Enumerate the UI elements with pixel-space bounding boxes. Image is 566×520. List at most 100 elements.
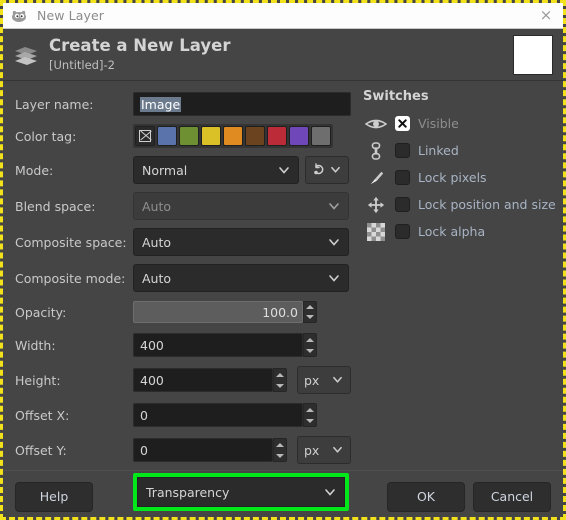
- stepper-up-icon[interactable]: [306, 407, 314, 412]
- ok-button[interactable]: OK: [387, 481, 465, 512]
- color-tag-blue[interactable]: [157, 126, 177, 146]
- window-title: New Layer: [37, 8, 104, 23]
- switches-title: Switches: [363, 89, 429, 104]
- offset-y-unit-dropdown[interactable]: px: [297, 436, 351, 464]
- layer-name-input[interactable]: Image: [133, 92, 351, 116]
- composite-space-dropdown[interactable]: Auto: [133, 228, 349, 256]
- eye-icon: [363, 114, 389, 134]
- label-layer-name: Layer name:: [15, 96, 94, 112]
- color-tag-orange[interactable]: [223, 126, 243, 146]
- blend-space-dropdown[interactable]: Auto: [133, 192, 349, 220]
- height-stepper[interactable]: [273, 368, 287, 392]
- stepper-up-icon[interactable]: [306, 305, 314, 309]
- offset-y-stepper[interactable]: [273, 438, 287, 462]
- row-blend-space: Blend space: Auto: [15, 189, 351, 223]
- label-color-tag: Color tag:: [15, 128, 77, 144]
- layer-preview-swatch: [513, 34, 553, 75]
- lock-alpha-checkbox[interactable]: [395, 224, 410, 239]
- mode-dropdown[interactable]: Normal: [133, 156, 299, 184]
- width-stepper[interactable]: [303, 333, 317, 357]
- row-composite-mode: Composite mode: Auto: [15, 261, 351, 295]
- height-input[interactable]: 400: [133, 368, 273, 392]
- lock-position-checkbox[interactable]: [395, 197, 410, 212]
- offset-y-value: 0: [140, 442, 148, 458]
- color-tag-yellow[interactable]: [201, 126, 221, 146]
- reset-icon: [312, 161, 326, 180]
- row-mode: Mode: Normal: [15, 153, 351, 187]
- row-composite-space: Composite space: Auto: [15, 225, 351, 259]
- switches-panel: Switches Visible Linked Lock pixels Lock…: [351, 81, 563, 470]
- height-unit-value: px: [304, 372, 320, 388]
- paintbrush-icon: [363, 168, 389, 188]
- linked-checkbox[interactable]: [395, 143, 410, 158]
- color-tag-none[interactable]: [135, 126, 155, 146]
- label-composite-mode: Composite mode:: [15, 270, 126, 286]
- move-icon: [363, 195, 389, 215]
- visible-checkbox[interactable]: [395, 116, 410, 131]
- page-title: Create a New Layer: [49, 36, 231, 56]
- offset-x-input[interactable]: 0: [133, 403, 303, 427]
- composite-space-value: Auto: [142, 234, 172, 250]
- dialog-body: Layer name: Image Color tag: Mode: Norma…: [3, 81, 563, 511]
- stepper-up-icon[interactable]: [306, 337, 314, 342]
- fill-with-value: Transparency: [146, 484, 230, 500]
- stepper-up-icon[interactable]: [276, 442, 284, 447]
- stepper-down-icon[interactable]: [276, 453, 284, 458]
- mode-reset-button[interactable]: [305, 156, 349, 184]
- fill-with-dropdown[interactable]: Transparency: [137, 477, 345, 507]
- chevron-down-icon: [330, 164, 342, 176]
- stepper-down-icon[interactable]: [276, 383, 284, 388]
- opacity-slider[interactable]: 100.0: [133, 301, 303, 323]
- switch-label-visible: Visible: [418, 116, 459, 131]
- row-color-tag: Color tag:: [15, 121, 351, 151]
- dialog-header: Create a New Layer [Untitled]-2: [3, 29, 563, 81]
- row-opacity: Opacity: 100.0: [15, 297, 351, 327]
- composite-mode-dropdown[interactable]: Auto: [133, 264, 349, 292]
- width-value: 400: [140, 337, 164, 353]
- row-offset-x: Offset X: 0: [15, 399, 351, 431]
- row-width: Width: 400: [15, 329, 351, 361]
- opacity-stepper[interactable]: [303, 301, 317, 323]
- stepper-down-icon[interactable]: [306, 418, 314, 423]
- label-composite-space: Composite space:: [15, 234, 127, 250]
- color-tag-gray[interactable]: [311, 126, 331, 146]
- header-subtitle: [Untitled]-2: [49, 57, 115, 72]
- chevron-down-icon: [278, 164, 290, 176]
- height-value: 400: [140, 372, 164, 388]
- label-offset-x: Offset X:: [15, 407, 70, 423]
- gimp-wilber-icon: [11, 8, 29, 24]
- chevron-down-icon: [328, 272, 340, 284]
- layer-icon: [13, 42, 39, 68]
- stepper-up-icon[interactable]: [276, 372, 284, 377]
- offset-x-stepper[interactable]: [303, 403, 317, 427]
- row-offset-y: Offset Y: 0 px: [15, 433, 351, 467]
- cancel-button[interactable]: Cancel: [473, 481, 551, 512]
- label-width: Width:: [15, 337, 56, 353]
- switch-label-lock-pixels: Lock pixels: [418, 170, 487, 185]
- lock-pixels-checkbox[interactable]: [395, 170, 410, 185]
- chevron-down-icon: [328, 236, 340, 248]
- chevron-down-icon: [332, 444, 344, 456]
- width-input[interactable]: 400: [133, 333, 303, 357]
- offset-y-input[interactable]: 0: [133, 438, 273, 462]
- composite-mode-value: Auto: [142, 270, 172, 286]
- close-icon[interactable]: ×: [535, 5, 557, 27]
- color-tag-violet[interactable]: [289, 126, 309, 146]
- height-unit-dropdown[interactable]: px: [297, 366, 351, 394]
- label-opacity: Opacity:: [15, 304, 67, 320]
- color-tag-green[interactable]: [179, 126, 199, 146]
- stepper-down-icon[interactable]: [306, 315, 314, 319]
- row-height: Height: 400 px: [15, 363, 351, 397]
- switch-row-lock-pixels: Lock pixels: [363, 164, 563, 191]
- label-mode: Mode:: [15, 162, 54, 178]
- color-tag-swatch-group: [133, 124, 333, 148]
- help-button[interactable]: Help: [15, 481, 93, 512]
- label-offset-y: Offset Y:: [15, 442, 67, 458]
- row-layer-name: Layer name: Image: [15, 89, 351, 119]
- color-tag-red[interactable]: [267, 126, 287, 146]
- new-layer-dialog-window: New Layer × Create a New Layer [Untitled…: [0, 0, 566, 520]
- offset-y-unit-value: px: [304, 442, 320, 458]
- stepper-down-icon[interactable]: [306, 348, 314, 353]
- color-tag-brown[interactable]: [245, 126, 265, 146]
- switch-row-lock-position: Lock position and size: [363, 191, 563, 218]
